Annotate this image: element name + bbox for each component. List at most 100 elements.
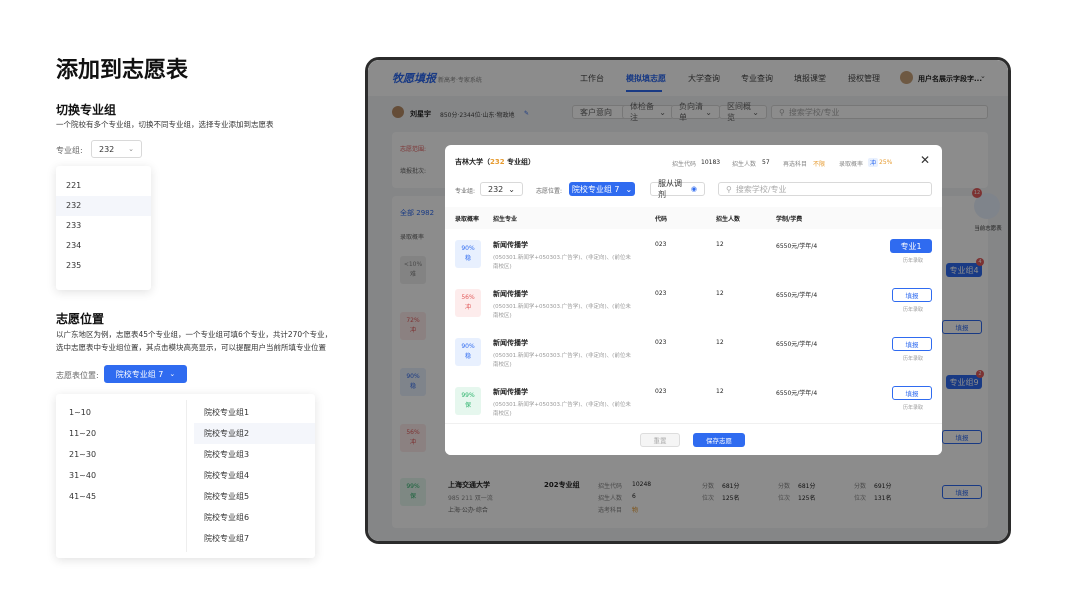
- history-link[interactable]: 历年录取: [903, 404, 923, 411]
- range-column: 1~10 11~20 21~30 31~40 41~45: [56, 402, 186, 507]
- chevron-down-icon: ⌄: [128, 145, 134, 153]
- major-name: 新闻传播学: [493, 290, 528, 298]
- modal-position-button[interactable]: 院校专业组 7 ⌄: [569, 182, 635, 196]
- major-name: 新闻传播学: [493, 388, 528, 396]
- group-option-selected[interactable]: 232: [56, 196, 151, 216]
- col-prob: 录取概率: [455, 216, 480, 223]
- group-select-value: 232: [99, 144, 115, 154]
- group-column: 院校专业组1 院校专业组2 院校专业组3 院校专业组4 院校专业组5 院校专业组…: [194, 402, 315, 549]
- prob-tag: 冲: [464, 304, 471, 311]
- major1-button[interactable]: 专业1: [890, 239, 932, 253]
- major-desc: (050301.新闻学+050303.广告学)、(非定向)、(前位未: [493, 304, 631, 310]
- major-code: 023: [655, 339, 667, 346]
- major-count: 12: [716, 241, 724, 248]
- range-option[interactable]: 1~10: [56, 402, 186, 423]
- modal-subject-label: 再选科目: [783, 161, 808, 168]
- add-to-volunteer-modal: 吉林大学（232 专业组） 招生代码 10183 招生人数 57 再选科目 不限…: [445, 145, 942, 455]
- fill-button[interactable]: 填报: [892, 288, 932, 302]
- col-count: 招生人数: [716, 216, 741, 223]
- group-select[interactable]: 232 ⌄: [91, 140, 142, 158]
- modal-subject: 不限: [813, 161, 826, 168]
- range-option[interactable]: 31~40: [56, 465, 186, 486]
- modal-group-num: 232: [490, 158, 505, 166]
- position-button[interactable]: 院校专业组 7 ⌄: [104, 365, 187, 383]
- group-position-option[interactable]: 院校专业组7: [194, 528, 315, 549]
- modal-code-label: 招生代码: [672, 161, 697, 168]
- modal-footer: 重置 保存志愿: [445, 423, 942, 455]
- major-name: 新闻传播学: [493, 241, 528, 249]
- fill-button[interactable]: 填报: [892, 337, 932, 351]
- major-desc: 南校区): [493, 264, 512, 270]
- group-position-option[interactable]: 院校专业组1: [194, 402, 315, 423]
- group-option[interactable]: 234: [56, 236, 151, 256]
- table-row: 99% 保 新闻传播学 (050301.新闻学+050303.广告学)、(非定向)…: [445, 380, 942, 429]
- save-button[interactable]: 保存志愿: [693, 433, 745, 447]
- modal-group-pre: （: [483, 158, 490, 166]
- history-link[interactable]: 历年录取: [903, 306, 923, 313]
- modal-count-label: 招生人数: [732, 161, 757, 168]
- range-option[interactable]: 21~30: [56, 444, 186, 465]
- prob-tag: 稳: [464, 255, 471, 262]
- col-code: 代码: [655, 216, 668, 223]
- major-desc: 南校区): [493, 362, 512, 368]
- major-name: 新闻传播学: [493, 339, 528, 347]
- major-desc: (050301.新闻学+050303.广告学)、(非定向)、(前位未: [493, 353, 631, 359]
- major-desc: (050301.新闻学+050303.广告学)、(非定向)、(前位未: [493, 255, 631, 261]
- modal-title: 吉林大学（232 专业组）: [455, 157, 535, 167]
- range-option[interactable]: 41~45: [56, 486, 186, 507]
- table-row: 90% 稳 新闻传播学 (050301.新闻学+050303.广告学)、(非定向)…: [445, 233, 942, 282]
- group-option[interactable]: 233: [56, 216, 151, 236]
- major-code: 023: [655, 290, 667, 297]
- table-header: 录取概率 招生专业 代码 招生人数 学制/学费: [445, 207, 942, 229]
- modal-group-select[interactable]: 232 ⌄: [480, 182, 523, 196]
- group-position-option-filled[interactable]: 院校专业组6: [194, 507, 315, 528]
- chevron-down-icon: ⌄: [625, 184, 633, 194]
- prob-pill: 90% 稳: [455, 240, 481, 268]
- major-fee: 6550元/学年/4: [776, 390, 818, 397]
- group-option[interactable]: 221: [56, 176, 151, 196]
- section2-desc-line1: 以广东地区为例，志愿表45个专业组，一个专业组可填6个专业，共计270个专业，: [56, 330, 333, 339]
- modal-search-input[interactable]: ⚲ 搜索学校/专业: [718, 182, 932, 196]
- reset-button[interactable]: 重置: [640, 433, 680, 447]
- adjust-label: 服从调剂: [658, 179, 682, 199]
- major-count: 12: [716, 290, 724, 297]
- major-desc: 南校区): [493, 411, 512, 417]
- major-code: 023: [655, 241, 667, 248]
- modal-position-label: 志愿位置:: [536, 188, 563, 195]
- range-option-selected[interactable]: 11~20: [56, 423, 186, 444]
- group-option[interactable]: 235: [56, 256, 151, 276]
- major-count: 12: [716, 388, 724, 395]
- group-dropdown: 221 232 233 234 235: [56, 166, 151, 290]
- modal-prob: 25%: [879, 159, 893, 166]
- prob-pill: 90% 稳: [455, 338, 481, 366]
- prob-value: 90%: [461, 343, 475, 350]
- fill-button[interactable]: 填报: [892, 386, 932, 400]
- modal-prob-label: 录取概率: [839, 161, 864, 168]
- group-position-option-filled[interactable]: 院校专业组3: [194, 444, 315, 465]
- chevron-down-icon: ⌄: [169, 370, 176, 378]
- major-fee: 6550元/学年/4: [776, 292, 818, 299]
- position-button-label: 院校专业组 7: [115, 369, 164, 379]
- history-link[interactable]: 历年录取: [903, 257, 923, 264]
- history-link[interactable]: 历年录取: [903, 355, 923, 362]
- group-position-option[interactable]: 院校专业组4: [194, 465, 315, 486]
- position-dropdown: 1~10 11~20 21~30 31~40 41~45 院校专业组1 院校专业…: [56, 394, 315, 558]
- group-position-option-hover[interactable]: 院校专业组2: [194, 423, 315, 444]
- group-label: 专业组:: [56, 146, 83, 155]
- modal-group-value: 232: [488, 184, 504, 194]
- group-position-option[interactable]: 院校专业组5: [194, 486, 315, 507]
- major-fee: 6550元/学年/4: [776, 341, 818, 348]
- close-icon[interactable]: ✕: [920, 153, 930, 167]
- major-count: 12: [716, 339, 724, 346]
- table-row: 90% 稳 新闻传播学 (050301.新闻学+050303.广告学)、(非定向)…: [445, 331, 942, 380]
- col-major: 招生专业: [493, 216, 518, 223]
- section2-heading: 志愿位置: [56, 312, 105, 326]
- modal-search-placeholder: 搜索学校/专业: [735, 184, 787, 194]
- section1-desc: 一个院校有多个专业组，切换不同专业组，选择专业添加到志愿表: [56, 120, 274, 129]
- major-fee: 6550元/学年/4: [776, 243, 818, 250]
- adjust-toggle[interactable]: 服从调剂 ◉: [650, 179, 705, 199]
- prob-pill: 56% 冲: [455, 289, 481, 317]
- modal-school: 吉林大学: [455, 158, 483, 166]
- col-fee: 学制/学费: [776, 216, 803, 223]
- table-row: 56% 冲 新闻传播学 (050301.新闻学+050303.广告学)、(非定向)…: [445, 282, 942, 331]
